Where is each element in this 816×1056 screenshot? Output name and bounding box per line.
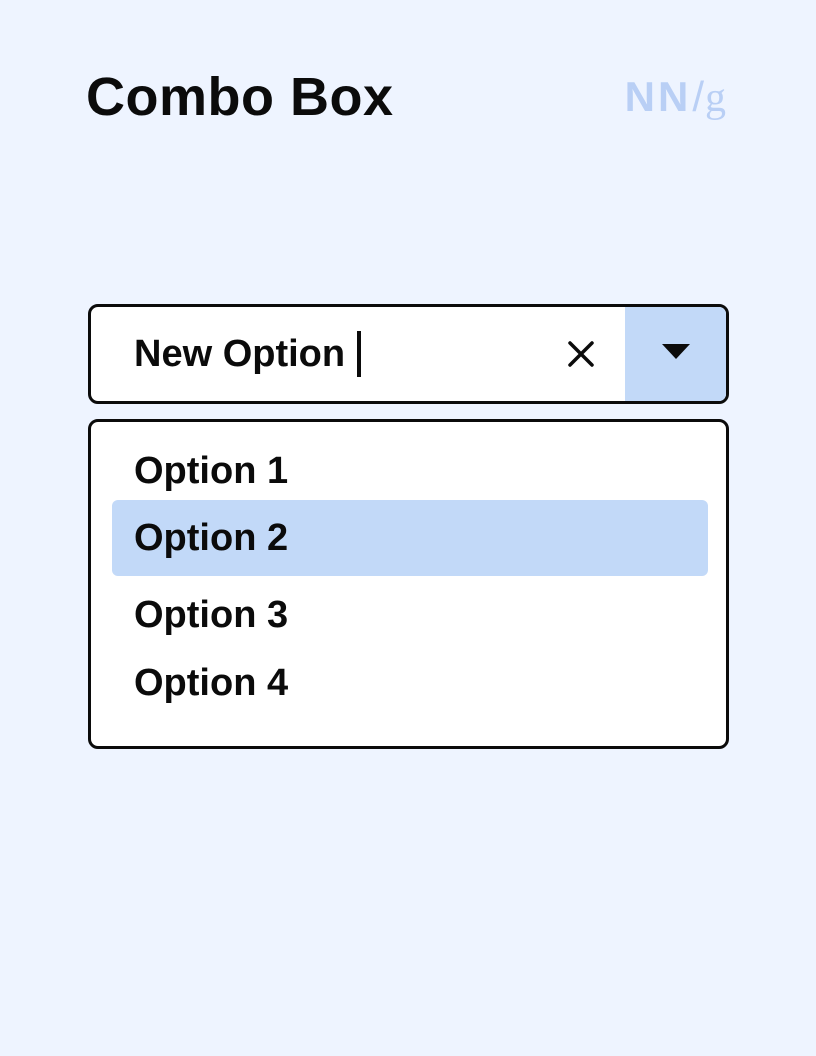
clear-button[interactable] [561, 334, 601, 374]
page-title: Combo Box [86, 67, 394, 127]
logo-nn: NN [624, 73, 692, 120]
triangle-down-icon [661, 343, 691, 366]
option-item-1[interactable]: Option 1 [112, 433, 708, 509]
options-listbox: Option 1 Option 2 Option 3 Option 4 [88, 419, 729, 749]
text-caret [357, 331, 362, 377]
combo-input[interactable]: New Option [134, 307, 362, 401]
logo-slash: / [692, 73, 704, 120]
option-item-3[interactable]: Option 3 [112, 577, 708, 653]
option-item-4[interactable]: Option 4 [112, 645, 708, 721]
option-label: Option 1 [134, 449, 289, 492]
dropdown-toggle-button[interactable] [625, 307, 726, 401]
close-icon [561, 334, 601, 374]
nng-logo: NN/g [625, 72, 726, 123]
combo-box[interactable]: New Option [88, 304, 729, 404]
option-item-2-highlighted[interactable]: Option 2 [112, 500, 708, 576]
option-label: Option 2 [134, 516, 289, 559]
option-label: Option 3 [134, 593, 289, 636]
option-label: Option 4 [134, 661, 289, 704]
logo-g: g [705, 75, 726, 121]
combo-input-value: New Option [134, 332, 346, 375]
